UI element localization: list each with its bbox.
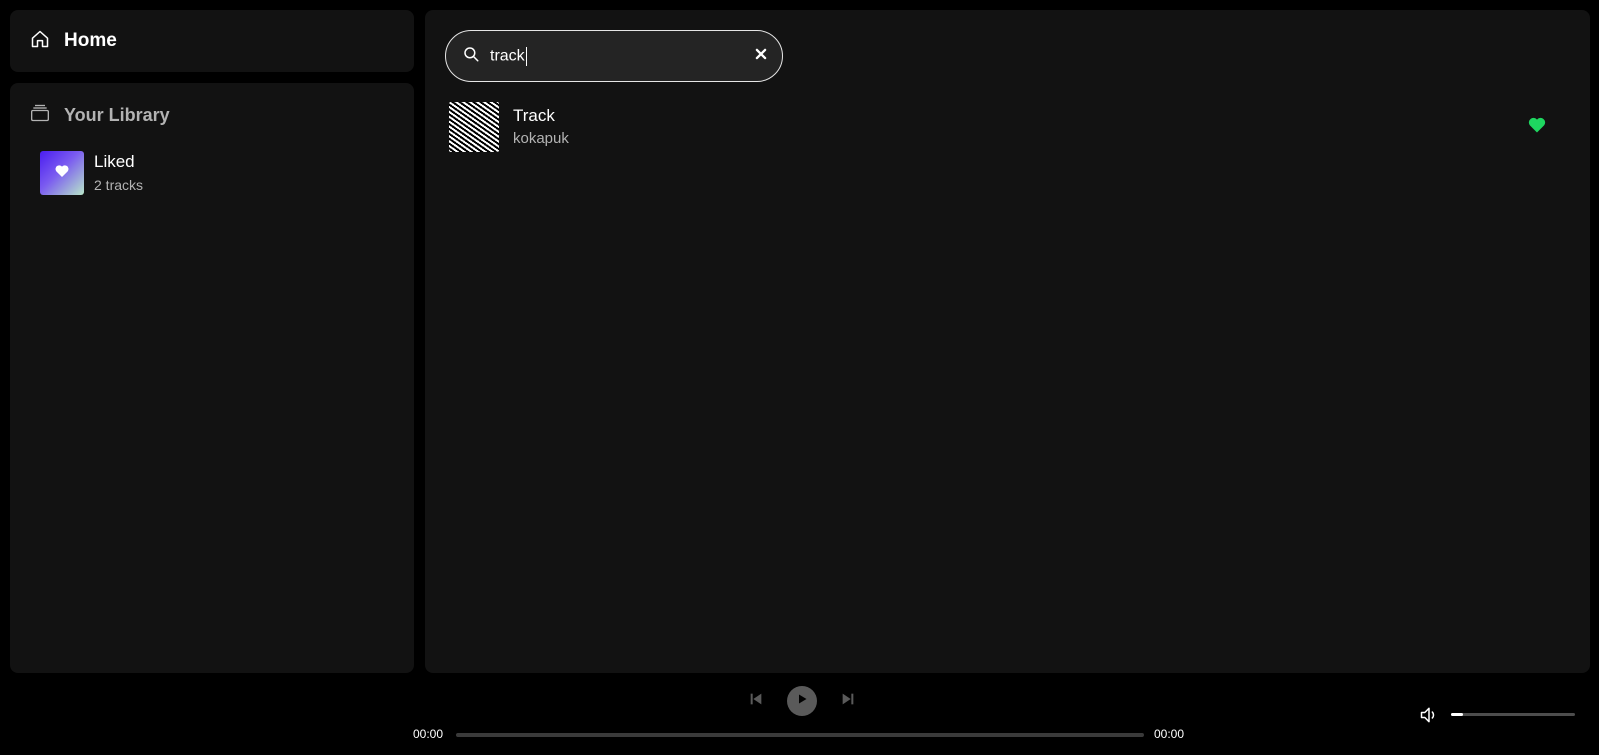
volume-slider[interactable] [1451,713,1575,716]
volume-level [1451,713,1464,716]
total-time: 00:00 [1154,727,1185,741]
close-icon[interactable] [754,47,768,66]
progress-bar[interactable] [456,733,1144,737]
search-icon [462,45,480,68]
skip-forward-icon[interactable] [840,691,856,712]
liked-count: 2 tracks [94,177,144,193]
library-header[interactable]: Your Library [30,103,170,128]
current-time: 00:00 [413,727,444,741]
player-bar: 00:00 00:00 [0,673,1599,755]
play-button[interactable] [787,686,817,716]
search-input[interactable]: track [490,46,754,66]
liked-cover [40,151,84,195]
home-nav[interactable]: Home [10,10,414,72]
search-value: track [490,47,525,65]
like-heart-icon[interactable] [1527,115,1547,140]
liked-title: Liked [94,152,135,171]
heart-icon [54,163,70,184]
track-cover [449,102,499,152]
library-item-liked[interactable]: Liked 2 tracks [40,151,143,195]
track-title: Track [513,106,555,125]
search-box[interactable]: track [445,30,783,82]
text-caret [525,46,527,66]
main-panel: track Track kokapuk [425,10,1590,673]
library-panel: Your Library Liked 2 tracks [10,83,414,673]
volume-icon[interactable] [1419,705,1439,730]
library-label: Your Library [64,105,170,125]
track-row[interactable]: Track kokapuk [449,101,1567,153]
track-artist[interactable]: kokapuk [513,129,1527,149]
play-icon [796,692,808,710]
skip-back-icon[interactable] [748,691,764,712]
home-icon [30,29,50,54]
playback-controls [748,686,856,716]
home-label: Home [64,30,117,51]
library-icon [30,103,50,128]
